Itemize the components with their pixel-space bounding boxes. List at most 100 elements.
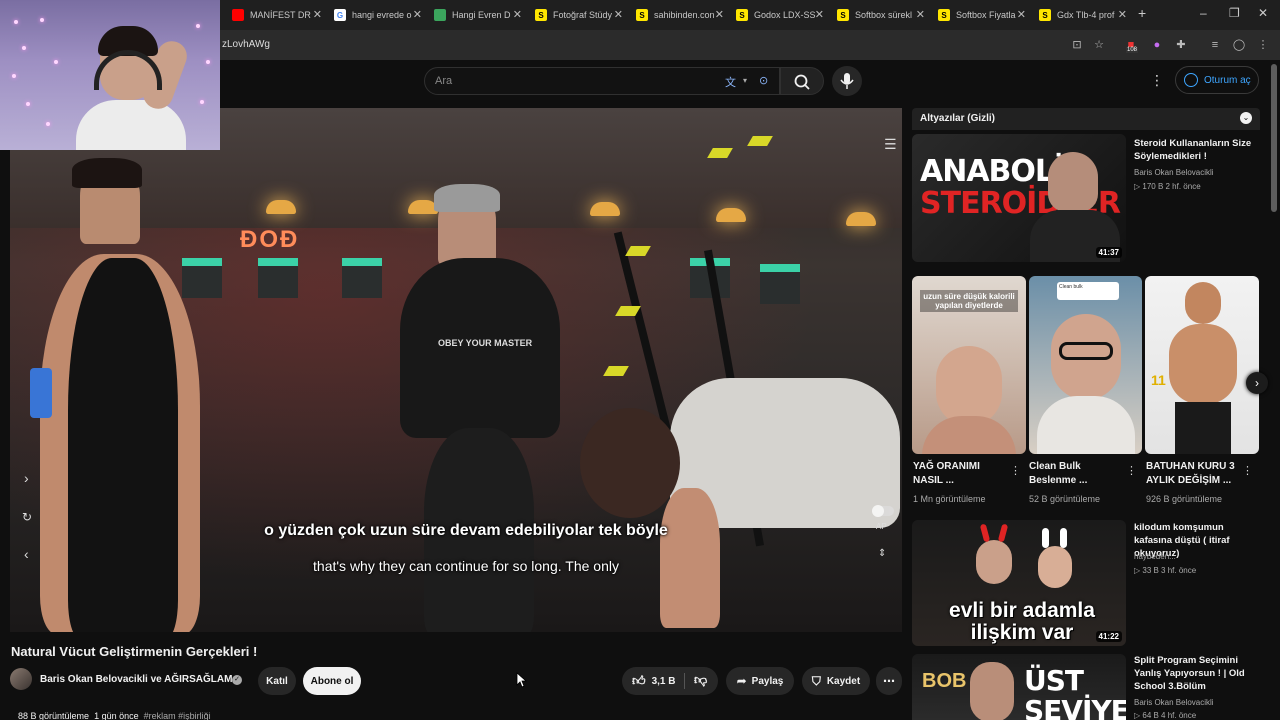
extension-badge: 108 <box>1126 47 1139 53</box>
keyboard-translate-icon[interactable]: 文 <box>725 74 736 90</box>
browser-tab[interactable]: Hangi Evren D ✕ <box>434 3 530 27</box>
browser-tab[interactable]: S Gdx Tlb-4 prof ✕ <box>1039 3 1135 27</box>
video-frame-rack-hook <box>625 246 651 256</box>
short-thumbnail[interactable]: 11 <box>1145 276 1259 454</box>
search-button[interactable] <box>780 67 824 95</box>
related-video-title[interactable]: Steroid Kullananların Size Söylemedikler… <box>1134 137 1260 163</box>
short-thumbnail[interactable]: uzun süre düşük kalorili yapılan diyetle… <box>912 276 1026 454</box>
close-tab-icon[interactable]: ✕ <box>815 8 824 21</box>
chevron-down-icon[interactable]: ▾ <box>743 76 747 85</box>
string-light <box>26 102 30 106</box>
related-video-thumbnail[interactable]: evli bir adamla ilişkim var 41:22 <box>912 520 1126 646</box>
close-tab-icon[interactable]: ✕ <box>1017 8 1026 21</box>
chevron-down-icon[interactable]: ⌄ <box>1240 112 1252 124</box>
dislike-icon[interactable]: 👎︎ <box>694 672 707 688</box>
share-button[interactable]: ➦ Paylaş <box>726 667 794 695</box>
more-actions-button[interactable]: ⋯ <box>876 667 902 695</box>
channel-avatar[interactable] <box>10 668 32 690</box>
streamer-body <box>76 100 186 150</box>
short-title[interactable]: BATUHAN KURU 3 AYLIK DEĞİŞİM ... <box>1146 460 1238 488</box>
video-player[interactable]: ĐOĐ OBEY YOUR MASTER o yüzden çok uzun s… <box>10 108 902 632</box>
short-caption: uzun süre düşük kalorili yapılan diyetle… <box>920 290 1018 312</box>
shorts-next-button[interactable]: › <box>1246 372 1268 394</box>
short-title[interactable]: YAĞ ORANIMI NASIL ... <box>913 460 1009 488</box>
browser-tab[interactable]: S Fotoğraf Stüdy ✕ <box>535 3 631 27</box>
like-count[interactable]: 3,1 B <box>652 676 676 687</box>
chevron-left-icon[interactable]: ‹ <box>24 546 29 562</box>
related-video-channel[interactable]: haybeden... <box>1134 552 1176 561</box>
short-title[interactable]: Clean Bulk Beslenme ... <box>1029 460 1123 488</box>
extensions-puzzle-icon[interactable]: ✚ <box>1174 38 1188 52</box>
close-tab-icon[interactable]: ✕ <box>513 8 522 21</box>
more-vertical-icon[interactable]: ⋮ <box>1242 464 1253 477</box>
thumbnail-text: ÜST SEVİYEYE <box>1024 664 1126 720</box>
search-input[interactable]: Ara 文 ▾ ⊙ <box>424 67 780 95</box>
save-button[interactable]: ⛉ Kaydet <box>802 667 870 695</box>
chevron-right-icon[interactable]: › <box>24 470 29 486</box>
video-frame-person-tanktop <box>68 258 178 632</box>
replay-icon[interactable]: ↻ <box>22 510 32 524</box>
extension-icon[interactable]: ● <box>1150 38 1164 52</box>
more-vertical-icon[interactable]: ⋮ <box>1126 464 1137 477</box>
restore-icon[interactable]: ❐ <box>1229 6 1240 20</box>
video-frame-bottle <box>30 368 52 418</box>
signin-button[interactable]: Oturum aç <box>1175 66 1259 94</box>
chapters-menu-icon[interactable]: ☰ <box>884 136 897 153</box>
short-overlay-text: 11 <box>1151 372 1166 388</box>
verified-icon: ✓ <box>232 675 242 685</box>
string-light <box>46 122 50 126</box>
youtube-favicon-icon <box>232 9 244 21</box>
autoplay-toggle[interactable] <box>872 505 894 517</box>
browser-tab[interactable]: G hangi evrede o ✕ <box>334 3 430 27</box>
browser-tab[interactable]: S Softbox sürekl ✕ <box>837 3 933 27</box>
related-video-thumbnail[interactable]: BOB ÜST SEVİYEYE <box>912 654 1126 720</box>
video-frame-lamp <box>716 208 746 222</box>
related-video-title[interactable]: Split Program Seçimini Yanlış Yapıyorsun… <box>1134 654 1260 693</box>
video-frame-person-hair <box>72 158 142 188</box>
close-tab-icon[interactable]: ✕ <box>413 8 422 21</box>
browser-tab[interactable]: S Godox LDX-SS ✕ <box>736 3 832 27</box>
browser-tab[interactable]: MANİFEST DR ✕ <box>232 3 330 27</box>
url-text[interactable]: zLovhAWg <box>222 39 270 50</box>
thumbnail-devil-horn <box>979 523 991 543</box>
string-light <box>200 100 204 104</box>
thumbnail-devil-horn <box>997 523 1009 543</box>
subscribe-button[interactable]: Abone ol <box>303 667 361 695</box>
search-by-image-icon[interactable]: ⊙ <box>759 74 768 87</box>
transcript-panel-header[interactable]: Altyazılar (Gizli) ⌄ <box>912 108 1260 130</box>
close-tab-icon[interactable]: ✕ <box>313 8 322 21</box>
settings-menu-icon[interactable]: ⋮ <box>1150 72 1164 89</box>
profile-icon[interactable]: ◯ <box>1232 38 1246 52</box>
minimize-icon[interactable]: – <box>1200 6 1207 20</box>
voice-search-button[interactable] <box>832 66 862 96</box>
expand-icon[interactable]: ⇕ <box>878 548 886 559</box>
bookmark-star-icon[interactable]: ☆ <box>1092 38 1106 52</box>
webcam-overlay <box>0 0 220 150</box>
related-video-channel[interactable]: Baris Okan Belovacikli <box>1134 168 1214 177</box>
related-video-channel[interactable]: Baris Okan Belovacikli <box>1134 698 1214 707</box>
video-title: Natural Vücut Geliştirmenin Gerçekleri ! <box>11 644 258 659</box>
short-person-torso <box>1169 324 1237 404</box>
reading-list-icon[interactable]: ≡ <box>1208 38 1222 52</box>
page-scrollbar[interactable] <box>1271 64 1277 212</box>
close-tab-icon[interactable]: ✕ <box>614 8 623 21</box>
related-video-thumbnail[interactable]: ANABOLİK STEROİDLER 41:37 <box>912 134 1126 262</box>
join-button[interactable]: Katıl <box>258 667 296 695</box>
short-views: 1 Mn görüntüleme <box>913 494 986 504</box>
browser-menu-icon[interactable]: ⋮ <box>1256 38 1270 52</box>
sahibinden-favicon-icon: S <box>535 9 547 21</box>
close-tab-icon[interactable]: ✕ <box>916 8 925 21</box>
browser-tab[interactable]: S Softbox Fiyatla ✕ <box>938 3 1034 27</box>
like-icon[interactable]: 👍︎ <box>632 673 646 689</box>
browser-tab[interactable]: S sahibinden.con ✕ <box>636 3 732 27</box>
install-app-icon[interactable]: ⊡ <box>1070 38 1084 52</box>
more-vertical-icon[interactable]: ⋮ <box>1010 464 1021 477</box>
short-thumbnail[interactable]: Clean bulk <box>1029 276 1142 454</box>
new-tab-icon[interactable]: + <box>1138 5 1146 21</box>
close-window-icon[interactable]: ✕ <box>1258 6 1268 20</box>
video-frame-lamp <box>590 202 620 216</box>
close-tab-icon[interactable]: ✕ <box>1118 8 1127 21</box>
close-tab-icon[interactable]: ✕ <box>715 8 724 21</box>
channel-name[interactable]: Baris Okan Belovacikli ve AĞIRSAĞLAM <box>40 674 232 685</box>
short-comment-bubble: Clean bulk <box>1057 282 1119 300</box>
